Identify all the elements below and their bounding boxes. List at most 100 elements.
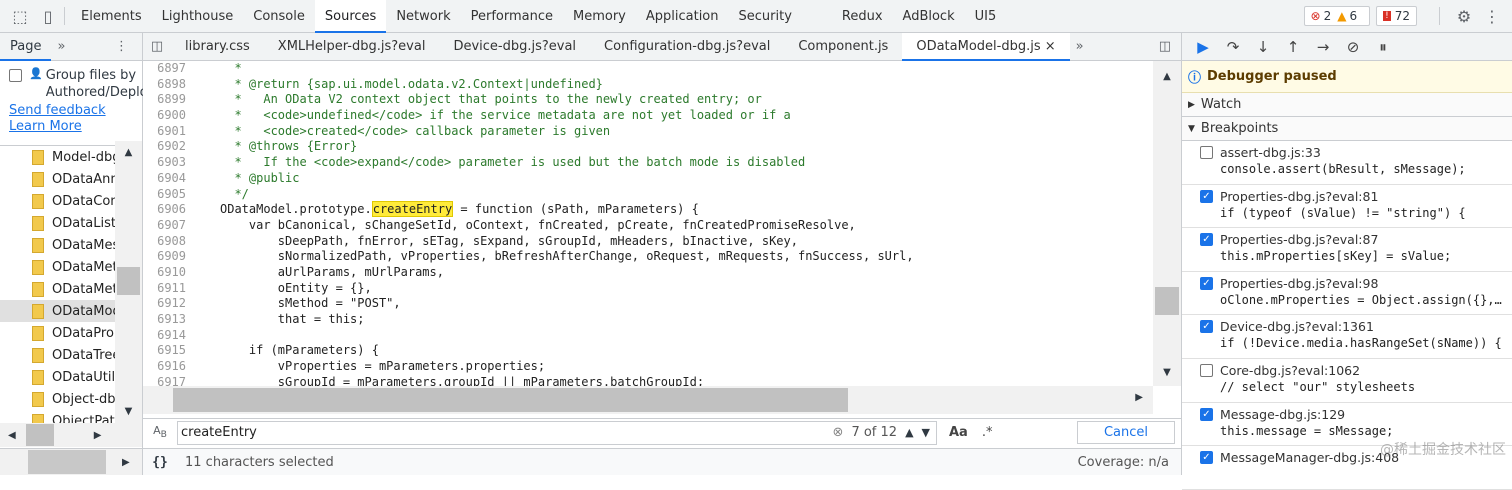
send-feedback-link[interactable]: Send feedback xyxy=(9,103,142,118)
pause-on-exceptions-icon[interactable]: ⏸ xyxy=(1368,33,1398,61)
code-line[interactable]: 6901 * <code>created</code> callback par… xyxy=(143,124,1153,140)
resume-icon[interactable]: ▶ xyxy=(1188,33,1218,61)
line-number[interactable]: 6910 xyxy=(143,265,188,281)
clear-search-icon[interactable]: ⊗ xyxy=(833,425,844,440)
editor-tab[interactable]: XMLHelper-dbg.js?eval xyxy=(264,33,440,61)
line-number[interactable]: 6913 xyxy=(143,312,188,328)
step-into-icon[interactable]: ↓ xyxy=(1248,33,1278,61)
code-vscroll[interactable]: ▲ ▼ xyxy=(1153,61,1181,386)
panel-tab-security[interactable]: Security xyxy=(729,0,802,33)
cancel-search-button[interactable]: Cancel xyxy=(1076,421,1175,444)
scroll-thumb[interactable] xyxy=(117,267,140,295)
line-number[interactable]: 6914 xyxy=(143,328,188,344)
scroll-right-icon[interactable]: ▶ xyxy=(1135,392,1143,403)
settings-gear-icon[interactable]: ⚙ xyxy=(1454,6,1474,26)
scroll-down-icon[interactable]: ▼ xyxy=(115,406,142,417)
code-line[interactable]: 6908 sDeepPath, fnError, sETag, sExpand,… xyxy=(143,234,1153,250)
file-tree-item[interactable]: ODataTree xyxy=(0,344,115,366)
console-counts[interactable]: ⊗ 2 ▲ 6 xyxy=(1303,6,1371,26)
line-number[interactable]: 6916 xyxy=(143,359,188,375)
breakpoint-checkbox[interactable]: ✓ xyxy=(1200,233,1213,247)
code-line[interactable]: 6904 * @public xyxy=(143,171,1153,187)
panel-tab-console[interactable]: Console xyxy=(243,0,315,33)
group-files-checkbox[interactable] xyxy=(9,69,22,82)
breakpoint-item[interactable]: Core-dbg.js?eval:1062// select "our" sty… xyxy=(1182,359,1512,403)
line-number[interactable]: 6898 xyxy=(143,77,188,93)
line-number[interactable]: 6911 xyxy=(143,281,188,297)
breakpoint-item[interactable]: ✓ Properties-dbg.js?eval:87 this.mProperti… xyxy=(1182,228,1512,272)
learn-more-link[interactable]: Learn More xyxy=(9,119,142,134)
line-number[interactable]: 6909 xyxy=(143,249,188,265)
regex-button[interactable]: .* xyxy=(982,425,993,440)
code-hscroll[interactable]: ▶ xyxy=(143,386,1153,414)
watch-section-header[interactable]: ▶ Watch xyxy=(1182,93,1512,117)
next-match-icon[interactable]: ▼ xyxy=(922,426,930,439)
hscroll-thumb[interactable] xyxy=(25,424,54,446)
line-number[interactable]: 6908 xyxy=(143,234,188,250)
code-line[interactable]: 6909 sNormalizedPath, vProperties, bRefr… xyxy=(143,249,1153,265)
panel-tab-elements[interactable]: Elements xyxy=(71,0,152,33)
code-editor[interactable]: 6897 * 6898 * @return {sap.ui.model.odata… xyxy=(143,61,1153,386)
panel-tab-lighthouse[interactable]: Lighthouse xyxy=(152,0,244,33)
file-tree-item[interactable]: ODataMet xyxy=(0,278,115,300)
breakpoint-checkbox[interactable] xyxy=(1200,363,1213,377)
footer-arrow-icon[interactable]: ▶ xyxy=(122,457,130,468)
file-tree-item[interactable]: ODataCon xyxy=(0,190,115,212)
match-case-button[interactable]: Aa xyxy=(949,425,968,440)
panel-tab-sources[interactable]: Sources xyxy=(314,0,387,33)
more-tabs-icon[interactable]: » xyxy=(57,39,65,54)
editor-tab[interactable]: ODataModel-dbg.js × xyxy=(902,32,1070,61)
breakpoint-checkbox[interactable]: ✓ xyxy=(1200,189,1213,203)
pretty-print-button[interactable]: {} xyxy=(143,455,177,470)
line-number[interactable]: 6905 xyxy=(143,187,188,203)
panel-tab-redux[interactable]: Redux xyxy=(832,0,893,33)
previous-match-icon[interactable]: ▲ xyxy=(905,426,913,439)
step-icon[interactable]: → xyxy=(1308,33,1338,61)
code-line[interactable]: 6906 ODataModel.prototype.createEntry = f… xyxy=(143,201,1153,218)
deactivate-breakpoints-icon[interactable]: ⊘ xyxy=(1338,33,1368,61)
code-line[interactable]: 6915 if (mParameters) { xyxy=(143,343,1153,359)
code-line[interactable]: 6905 */ xyxy=(143,187,1153,203)
code-line[interactable]: 6902 * @throws {Error} xyxy=(143,139,1153,155)
panel-tab-application[interactable]: Application xyxy=(636,0,729,33)
more-options-icon[interactable]: ⋮ xyxy=(1482,6,1502,26)
tree-vscroll[interactable]: ▲ ▼ xyxy=(115,141,142,423)
breakpoint-checkbox[interactable]: ✓ xyxy=(1200,320,1213,334)
code-line[interactable]: 6898 * @return {sap.ui.model.odata.v2.Co… xyxy=(143,77,1153,93)
editor-tab[interactable]: library.css xyxy=(171,33,264,61)
breakpoint-checkbox[interactable] xyxy=(1200,146,1213,159)
breakpoint-item[interactable]: ✓ Device-dbg.js?eval:1361 if (!Device.medi… xyxy=(1182,315,1512,359)
breakpoint-checkbox[interactable]: ✓ xyxy=(1200,407,1213,421)
code-line[interactable]: 6907 var bCanonical, sChangeSetId, oCont… xyxy=(143,218,1153,234)
code-line[interactable]: 6917 sGroupId = mParameters.groupId || m… xyxy=(143,375,1153,386)
panel-tab-memory[interactable]: Memory xyxy=(563,0,636,33)
scroll-thumb[interactable] xyxy=(1155,287,1179,315)
line-number[interactable]: 6912 xyxy=(143,296,188,312)
line-number[interactable]: 6903 xyxy=(143,155,188,171)
search-input[interactable]: createEntry xyxy=(181,425,833,440)
code-line[interactable]: 6897 * xyxy=(143,61,1153,77)
breakpoint-checkbox[interactable]: ✓ xyxy=(1200,276,1213,290)
navigator-menu-icon[interactable]: ⋮ xyxy=(115,39,128,54)
code-line[interactable]: 6911 oEntity = {}, xyxy=(143,281,1153,297)
close-tab-icon[interactable]: × xyxy=(1041,39,1056,54)
line-number[interactable]: 6907 xyxy=(143,218,188,234)
scroll-up-icon[interactable]: ▲ xyxy=(1153,71,1181,82)
inspect-element-icon[interactable]: ⬚ xyxy=(10,6,30,26)
code-line[interactable]: 6899 * An OData V2 context object that p… xyxy=(143,92,1153,108)
line-number[interactable]: 6897 xyxy=(143,61,188,77)
panel-tab-ui5[interactable]: UI5 xyxy=(965,0,1007,33)
code-line[interactable]: 6900 * <code>undefined</code> if the ser… xyxy=(143,108,1153,124)
file-tree-item[interactable]: ODataListB xyxy=(0,212,115,234)
line-number[interactable]: 6915 xyxy=(143,343,188,359)
line-number[interactable]: 6902 xyxy=(143,139,188,155)
line-number[interactable]: 6917 xyxy=(143,375,188,386)
toggle-debugger-icon[interactable]: ◫ xyxy=(1159,39,1171,54)
line-number[interactable]: 6904 xyxy=(143,171,188,187)
file-tree-item[interactable]: ODataUtils xyxy=(0,366,115,388)
code-line[interactable]: 6914 xyxy=(143,328,1153,344)
line-number[interactable]: 6900 xyxy=(143,108,188,124)
breakpoint-item[interactable]: ✓ Properties-dbg.js?eval:98 oClone.mProper… xyxy=(1182,272,1512,316)
breakpoint-item[interactable]: ✓ Properties-dbg.js?eval:81 if (typeof (sV… xyxy=(1182,185,1512,229)
scroll-left-icon[interactable]: ◀ xyxy=(8,430,16,441)
